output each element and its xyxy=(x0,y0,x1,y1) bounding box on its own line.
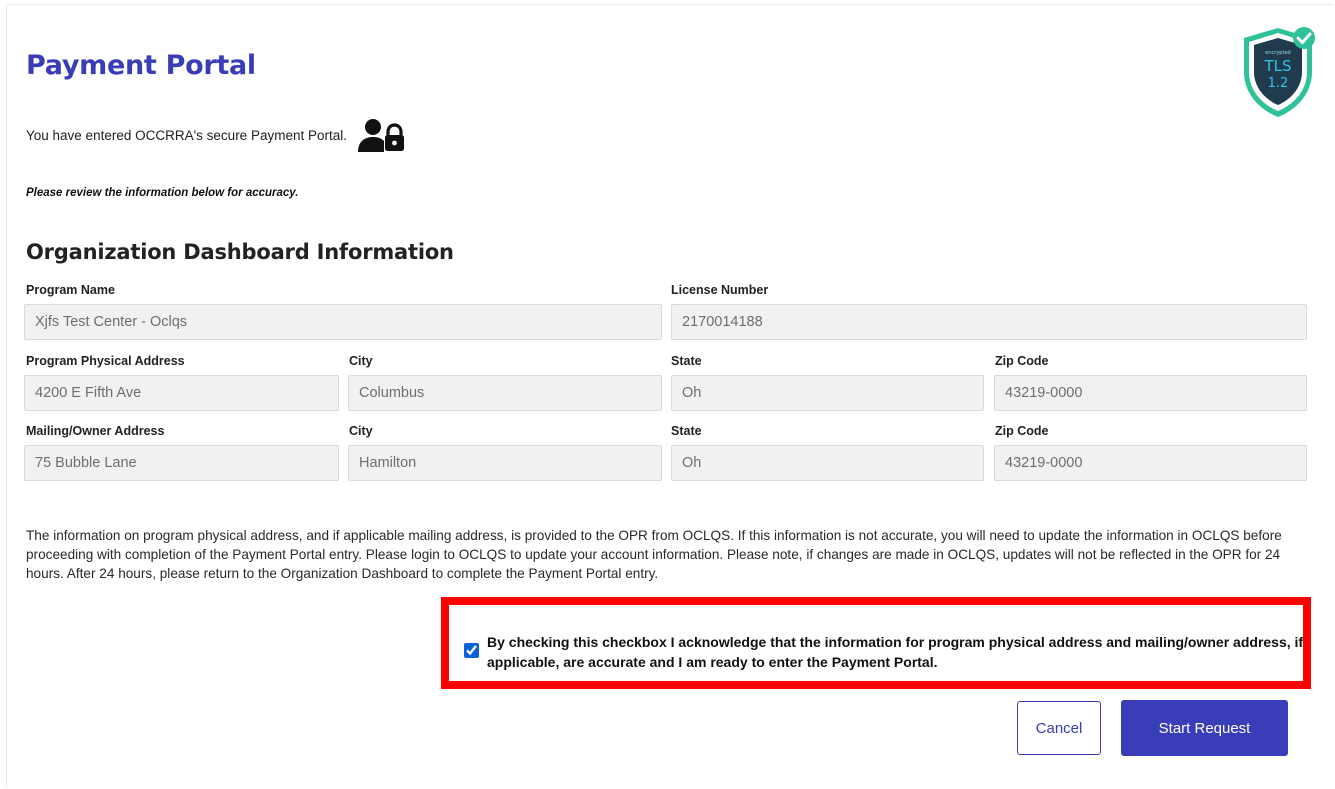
acknowledgement-text[interactable]: By checking this checkbox I acknowledge … xyxy=(487,632,1312,672)
badge-version-text: 1.2 xyxy=(1268,76,1289,91)
mailing-state-label: State xyxy=(671,424,702,438)
license-number-field[interactable] xyxy=(671,304,1307,340)
physical-city-field[interactable] xyxy=(348,375,662,411)
physical-state-label: State xyxy=(671,354,702,368)
physical-zip-label: Zip Code xyxy=(995,354,1049,368)
license-number-label: License Number xyxy=(671,283,769,297)
section-title: Organization Dashboard Information xyxy=(26,240,454,264)
review-note: Please review the information below for … xyxy=(26,187,299,199)
mailing-city-label: City xyxy=(349,424,373,438)
cancel-button[interactable]: Cancel xyxy=(1017,701,1101,755)
badge-tls-text: TLS xyxy=(1263,57,1291,75)
mailing-address-field[interactable] xyxy=(24,445,339,481)
tls-shield-icon: encrypted TLS 1.2 xyxy=(1244,27,1315,117)
oclqs-notice: The information on program physical addr… xyxy=(26,528,1282,581)
mailing-address-label: Mailing/Owner Address xyxy=(26,424,165,438)
physical-zip-field[interactable] xyxy=(994,375,1307,411)
physical-state-field[interactable] xyxy=(671,375,984,411)
intro-text: You have entered OCCRRA's secure Payment… xyxy=(26,128,347,143)
user-lock-icon xyxy=(358,119,404,152)
physical-address-field[interactable] xyxy=(24,375,339,411)
page-title: Payment Portal xyxy=(26,50,256,81)
physical-city-label: City xyxy=(349,354,373,368)
mailing-city-field[interactable] xyxy=(348,445,662,481)
acknowledgement-box: By checking this checkbox I acknowledge … xyxy=(441,597,1311,689)
acknowledgement-checkbox[interactable] xyxy=(464,643,479,658)
intro-line: You have entered OCCRRA's secure Payment… xyxy=(26,119,405,152)
badge-small-text: encrypted xyxy=(1265,50,1290,56)
mailing-zip-field[interactable] xyxy=(994,445,1307,481)
physical-address-label: Program Physical Address xyxy=(26,354,185,368)
mailing-zip-label: Zip Code xyxy=(995,424,1049,438)
program-name-label: Program Name xyxy=(26,283,115,297)
mailing-state-field[interactable] xyxy=(671,445,984,481)
start-request-button[interactable]: Start Request xyxy=(1121,700,1288,756)
program-name-field[interactable] xyxy=(24,304,662,340)
